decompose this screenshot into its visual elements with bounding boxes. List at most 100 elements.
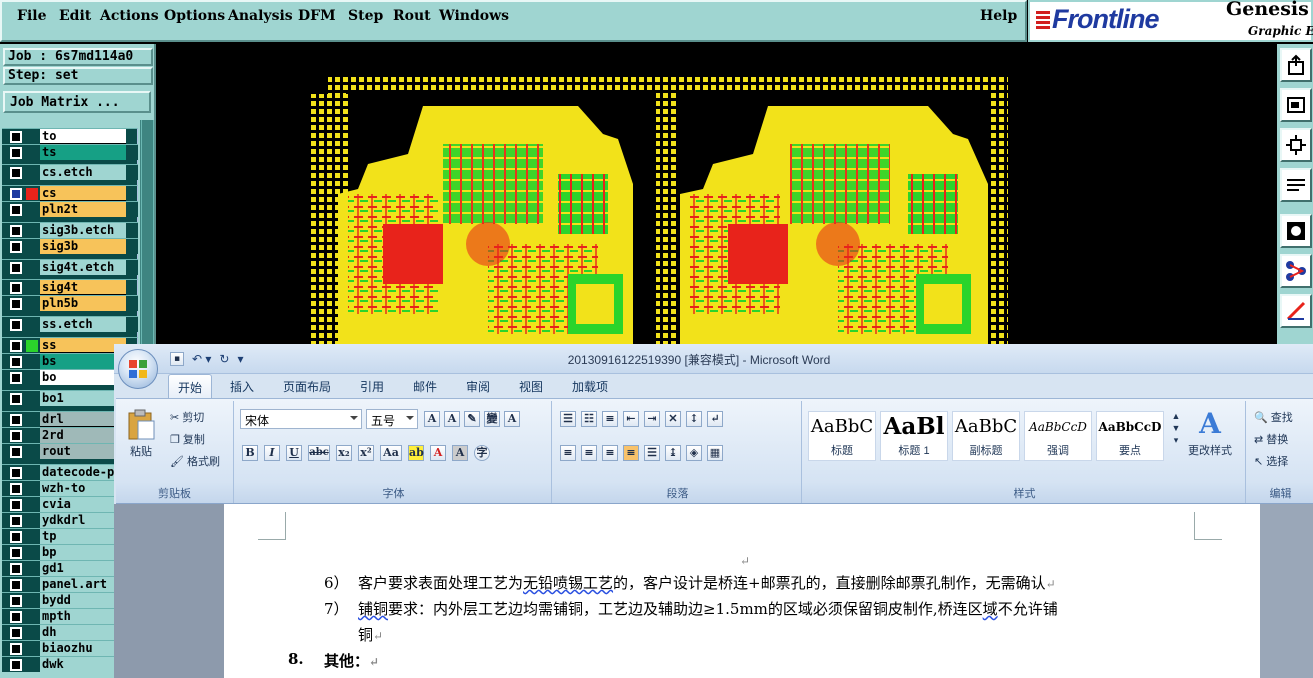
scroll-thumb[interactable] bbox=[142, 120, 153, 380]
layer-checkbox[interactable] bbox=[10, 262, 22, 274]
strikethrough-icon[interactable]: abc bbox=[308, 445, 330, 461]
decrease-indent-icon[interactable]: ⇤ bbox=[623, 411, 639, 427]
highlight-icon[interactable]: ab bbox=[408, 445, 424, 461]
style-subtitle[interactable]: AaBbC 副标题 bbox=[952, 411, 1020, 461]
layer-checkbox[interactable] bbox=[10, 430, 22, 442]
layer-checkbox[interactable] bbox=[10, 356, 22, 368]
shrink-font-icon[interactable]: A bbox=[444, 411, 460, 427]
char-shading-icon[interactable]: A bbox=[452, 445, 468, 461]
menu-edit[interactable]: Edit bbox=[59, 8, 91, 24]
layer-checkbox[interactable] bbox=[10, 298, 22, 310]
menu-analysis[interactable]: Analysis bbox=[228, 8, 293, 24]
layer-checkbox[interactable] bbox=[10, 611, 22, 623]
net-connect-icon[interactable] bbox=[1280, 254, 1312, 288]
bold-icon[interactable]: B bbox=[242, 445, 258, 461]
line-spacing-icon[interactable]: ↨ bbox=[665, 445, 681, 461]
layer-checkbox[interactable] bbox=[10, 393, 22, 405]
borders-icon[interactable]: ▦ bbox=[707, 445, 723, 461]
pcb-graphic-canvas[interactable] bbox=[158, 44, 1276, 344]
styles-scroll[interactable]: ▲ ▼ ▾ bbox=[1168, 411, 1184, 446]
layer-checkbox[interactable] bbox=[10, 499, 22, 511]
tab-references[interactable]: 引用 bbox=[360, 378, 384, 395]
menu-actions[interactable]: Actions bbox=[100, 8, 159, 24]
layer-row[interactable]: ss.etch bbox=[2, 316, 138, 332]
font-name-combo[interactable]: 宋体 bbox=[240, 409, 362, 429]
layer-checkbox[interactable] bbox=[10, 627, 22, 639]
replace-button[interactable]: ⇄ 替换 bbox=[1254, 431, 1288, 447]
snapshot-icon[interactable] bbox=[1280, 214, 1312, 248]
layer-checkbox[interactable] bbox=[10, 643, 22, 655]
menu-options[interactable]: Options bbox=[164, 8, 225, 24]
menu-file[interactable]: File bbox=[17, 8, 46, 24]
layer-row[interactable]: pln5b bbox=[2, 295, 138, 311]
document-page[interactable]: ↵ 6） 客户要求表面处理工艺为无铅喷锡工艺的，客户设计是桥连+邮票孔的，直接删… bbox=[224, 504, 1260, 678]
layer-checkbox[interactable] bbox=[10, 147, 22, 159]
multilevel-list-icon[interactable]: ≡ bbox=[602, 411, 618, 427]
line-draw-icon[interactable] bbox=[1280, 294, 1312, 328]
step-field[interactable]: Step: set bbox=[3, 67, 153, 85]
tab-insert[interactable]: 插入 bbox=[230, 378, 254, 395]
layer-checkbox[interactable] bbox=[10, 340, 22, 352]
font-color-icon[interactable]: A bbox=[430, 445, 446, 461]
style-title[interactable]: AaBbC 标题 bbox=[808, 411, 876, 461]
layer-checkbox[interactable] bbox=[10, 241, 22, 253]
tab-home[interactable]: 开始 bbox=[168, 374, 213, 399]
layer-checkbox[interactable] bbox=[10, 563, 22, 575]
sort-icon[interactable]: ↕ bbox=[686, 411, 702, 427]
layer-row[interactable]: sig3b bbox=[2, 238, 138, 254]
asian-layout-icon[interactable]: ✕ bbox=[665, 411, 681, 427]
tab-addins[interactable]: 加载项 bbox=[572, 378, 608, 395]
justify-icon[interactable]: ≡ bbox=[623, 445, 639, 461]
layer-checkbox[interactable] bbox=[10, 225, 22, 237]
subscript-icon[interactable]: x₂ bbox=[336, 445, 352, 461]
change-styles-button[interactable]: A 更改样式 bbox=[1188, 407, 1232, 458]
tab-view[interactable]: 视图 bbox=[519, 378, 543, 395]
layer-checkbox[interactable] bbox=[10, 446, 22, 458]
grow-font-icon[interactable]: A bbox=[424, 411, 440, 427]
job-matrix-button[interactable]: Job Matrix ... bbox=[3, 91, 151, 113]
tab-review[interactable]: 审阅 bbox=[466, 378, 490, 395]
fit-screen-icon[interactable] bbox=[1280, 128, 1312, 162]
numbering-icon[interactable]: ☷ bbox=[581, 411, 597, 427]
enclose-char-icon[interactable]: 字 bbox=[474, 445, 490, 461]
style-heading1[interactable]: AaBl 标题 1 bbox=[880, 411, 948, 461]
format-painter-button[interactable]: 🖌 格式刷 bbox=[170, 453, 220, 469]
align-center-icon[interactable]: ≡ bbox=[581, 445, 597, 461]
menu-rout[interactable]: Rout bbox=[393, 8, 431, 24]
increase-indent-icon[interactable]: ⇥ bbox=[644, 411, 660, 427]
menu-windows[interactable]: Windows bbox=[439, 8, 509, 24]
job-field[interactable]: Job : 6s7md114a0 bbox=[3, 48, 153, 66]
layer-row[interactable]: ts bbox=[2, 144, 138, 160]
align-left-icon[interactable]: ≡ bbox=[560, 445, 576, 461]
copy-button[interactable]: ❐ 复制 bbox=[170, 431, 205, 447]
import-icon[interactable] bbox=[1280, 88, 1312, 122]
font-size-combo[interactable]: 五号 bbox=[366, 409, 418, 429]
layer-row[interactable]: pln2t bbox=[2, 201, 138, 217]
paste-button[interactable]: 粘贴 bbox=[126, 409, 156, 459]
layer-checkbox[interactable] bbox=[10, 483, 22, 495]
export-icon[interactable] bbox=[1280, 48, 1312, 82]
layer-checkbox[interactable] bbox=[10, 282, 22, 294]
find-button[interactable]: 🔍 查找 bbox=[1254, 409, 1293, 425]
menu-dfm[interactable]: DFM bbox=[298, 8, 336, 24]
change-case-icon[interactable]: Aa bbox=[380, 445, 402, 461]
layer-row[interactable]: cs.etch bbox=[2, 164, 138, 180]
layer-checkbox[interactable] bbox=[10, 319, 22, 331]
measure-icon[interactable] bbox=[1280, 168, 1312, 202]
show-marks-icon[interactable]: ↵ bbox=[707, 411, 723, 427]
layer-checkbox[interactable] bbox=[10, 167, 22, 179]
align-right-icon[interactable]: ≡ bbox=[602, 445, 618, 461]
phonetic-guide-icon[interactable]: 變 bbox=[484, 411, 500, 427]
office-button[interactable] bbox=[118, 349, 158, 389]
superscript-icon[interactable]: x² bbox=[358, 445, 374, 461]
tab-page-layout[interactable]: 页面布局 bbox=[283, 378, 331, 395]
layer-checkbox[interactable] bbox=[10, 659, 22, 671]
style-emphasis[interactable]: AaBbCcD 强调 bbox=[1024, 411, 1092, 461]
distributed-icon[interactable]: ☰ bbox=[644, 445, 660, 461]
layer-checkbox[interactable] bbox=[10, 531, 22, 543]
layer-checkbox[interactable] bbox=[10, 579, 22, 591]
shading-icon[interactable]: ◈ bbox=[686, 445, 702, 461]
layer-checkbox[interactable] bbox=[10, 547, 22, 559]
select-button[interactable]: ↖ 选择 bbox=[1254, 453, 1288, 469]
layer-checkbox[interactable] bbox=[10, 204, 22, 216]
